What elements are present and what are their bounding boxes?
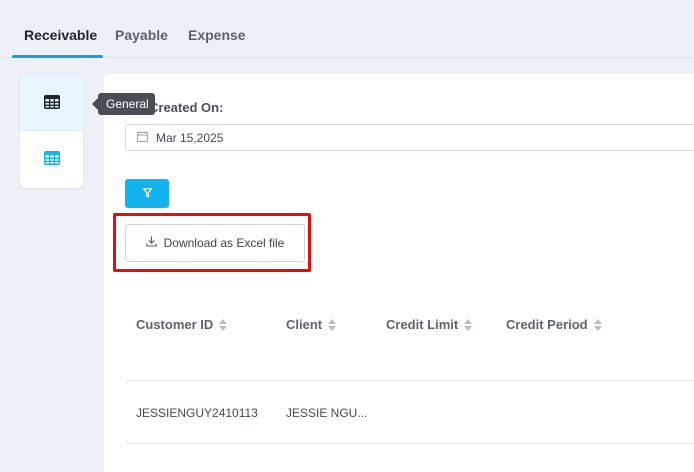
table-grid-icon bbox=[43, 150, 60, 170]
tab-expense[interactable]: Expense bbox=[188, 27, 246, 43]
column-header-customer-id[interactable]: Customer ID bbox=[136, 317, 228, 332]
tab-payable[interactable]: Payable bbox=[115, 27, 168, 43]
sort-icon bbox=[464, 318, 473, 331]
table-divider bbox=[126, 380, 694, 381]
view-switcher-panel bbox=[20, 76, 83, 188]
column-header-label: Credit Limit bbox=[386, 317, 459, 332]
column-header-credit-limit[interactable]: Credit Limit bbox=[386, 317, 473, 332]
tab-bar: Receivable Payable Expense bbox=[0, 0, 694, 58]
table-grid-icon bbox=[43, 94, 60, 114]
column-header-credit-period[interactable]: Credit Period bbox=[506, 317, 602, 332]
column-header-label: Credit Period bbox=[506, 317, 588, 332]
sort-icon bbox=[219, 318, 228, 331]
cell-customer-id: JESSIENGUY2410113 bbox=[136, 406, 258, 420]
column-header-label: Client bbox=[286, 317, 323, 332]
filter-icon bbox=[142, 185, 152, 203]
created-on-label: Created On: bbox=[149, 100, 224, 115]
table-divider bbox=[126, 443, 694, 444]
general-tooltip: General bbox=[92, 93, 155, 115]
calendar-icon bbox=[137, 130, 148, 145]
cell-client: JESSIE NGU... bbox=[286, 406, 368, 420]
general-view-button[interactable] bbox=[20, 76, 83, 132]
apply-filter-button[interactable] bbox=[125, 179, 169, 208]
column-header-client[interactable]: Client bbox=[286, 317, 337, 332]
detail-view-button[interactable] bbox=[20, 132, 83, 188]
active-tab-indicator bbox=[12, 55, 103, 58]
tab-receivable[interactable]: Receivable bbox=[24, 27, 97, 43]
created-on-date-input[interactable]: Mar 15,2025 bbox=[125, 124, 694, 151]
sort-icon bbox=[328, 318, 337, 331]
highlight-box bbox=[113, 213, 311, 272]
date-value: Mar 15,2025 bbox=[156, 130, 224, 145]
column-header-label: Customer ID bbox=[136, 317, 214, 332]
sort-icon bbox=[593, 318, 602, 331]
